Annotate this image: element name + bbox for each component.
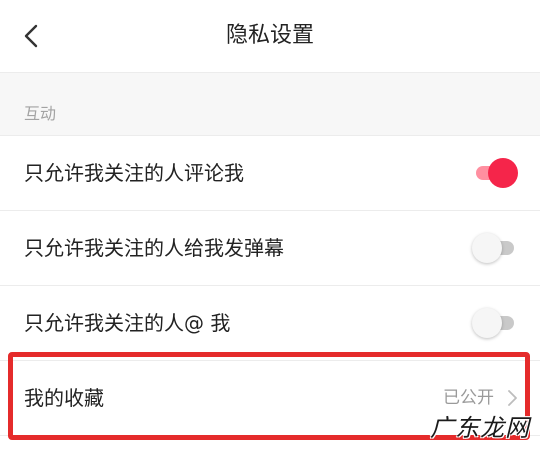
section-label-interaction: 互动 — [24, 104, 57, 123]
comments-toggle[interactable] — [472, 158, 518, 188]
nav-header: 隐私设置 — [0, 0, 540, 73]
danmaku-toggle[interactable] — [472, 233, 518, 263]
setting-row-danmaku: 只允许我关注的人给我发弹幕 — [0, 211, 540, 286]
watermark-text: 广东龙网 — [430, 414, 530, 442]
section-header — [0, 73, 540, 136]
chevron-right-icon — [508, 390, 517, 406]
setting-label-mention: 只允许我关注的人@ 我 — [24, 311, 231, 335]
back-icon[interactable] — [14, 18, 50, 54]
mention-toggle[interactable] — [472, 308, 518, 338]
setting-row-comments: 只允许我关注的人评论我 — [0, 136, 540, 211]
setting-row-mention: 只允许我关注的人@ 我 — [0, 286, 540, 361]
toggle-knob — [488, 158, 518, 188]
setting-label-comments: 只允许我关注的人评论我 — [24, 161, 244, 185]
page-title: 隐私设置 — [225, 23, 314, 48]
setting-label-danmaku: 只允许我关注的人给我发弹幕 — [24, 236, 284, 260]
toggle-knob — [472, 308, 502, 338]
favorites-label: 我的收藏 — [24, 386, 104, 410]
toggle-knob — [472, 233, 502, 263]
